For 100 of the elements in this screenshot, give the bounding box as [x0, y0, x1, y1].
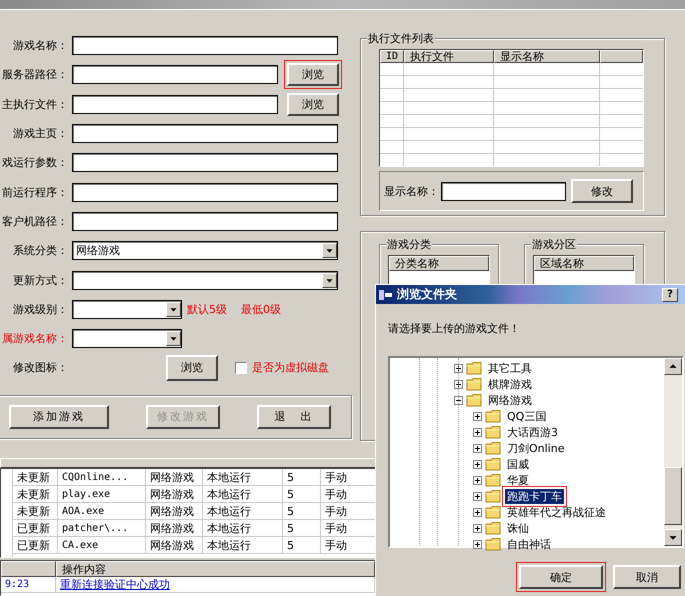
table-cell: 未更新 — [13, 469, 58, 486]
expand-icon[interactable] — [473, 492, 482, 500]
field-label: 属游戏名称： — [1, 331, 68, 346]
folder-icon — [485, 505, 502, 519]
folder-icon — [485, 473, 502, 487]
dialog-button[interactable]: 确定 — [519, 565, 603, 589]
tree-item[interactable]: 自由神话 — [505, 536, 553, 552]
checkbox[interactable] — [235, 362, 247, 374]
group-title: 游戏分区 — [531, 237, 577, 252]
tree-item[interactable]: 其它工具 — [486, 360, 534, 376]
scroll-down-button[interactable] — [664, 529, 682, 546]
expand-icon[interactable] — [473, 476, 482, 484]
expand-icon[interactable] — [473, 444, 482, 452]
tree-item[interactable]: 刀剑Online — [505, 440, 566, 456]
hint-text: 最低0级 — [241, 302, 281, 317]
tree-item[interactable]: 跑跑卡丁车 — [505, 488, 564, 504]
column-header[interactable]: 显示名称 — [494, 50, 600, 63]
field-label: 客户机路径： — [1, 214, 68, 229]
folder-icon — [485, 521, 502, 535]
scroll-up-button[interactable] — [664, 358, 682, 375]
table-cell: 网络游戏 — [146, 486, 203, 503]
table-cell: CA.exe — [58, 537, 146, 554]
expand-icon[interactable] — [473, 540, 482, 548]
text-field[interactable] — [72, 36, 338, 56]
select-field[interactable] — [72, 270, 338, 290]
help-button[interactable]: ? — [662, 288, 678, 302]
folder-icon — [485, 457, 502, 471]
column-header[interactable]: 执行文件 — [404, 50, 494, 63]
field-label: 戏运行参数： — [1, 155, 68, 170]
edit-button[interactable]: 修改 — [571, 179, 633, 203]
collapse-icon[interactable] — [454, 396, 463, 404]
field-label: 系统分类： — [12, 243, 68, 258]
field-label: 服务器路径： — [1, 67, 68, 82]
field-label: 更新方式： — [12, 272, 68, 288]
browse-button[interactable]: 浏览 — [166, 354, 218, 381]
text-field[interactable] — [72, 212, 338, 231]
dialog-button[interactable]: 取消 — [613, 565, 681, 589]
path-field[interactable] — [72, 65, 278, 84]
expand-icon[interactable] — [454, 380, 463, 388]
table-cell: patcher\... — [58, 520, 146, 537]
table-cell: 9:23 — [1, 577, 56, 593]
folder-icon — [485, 425, 502, 439]
expand-icon[interactable] — [473, 412, 482, 420]
text-field[interactable] — [72, 153, 338, 172]
tree-item[interactable]: QQ三国 — [505, 408, 548, 424]
table-cell: 5 — [283, 469, 321, 486]
scrollbar[interactable] — [664, 358, 682, 546]
column-header[interactable]: 分类名称 — [389, 256, 489, 271]
expand-icon[interactable] — [473, 508, 482, 516]
folder-icon — [466, 377, 483, 391]
table-cell: CQOnline... — [58, 469, 146, 486]
select-field[interactable] — [72, 300, 182, 319]
table-cell: 5 — [283, 537, 321, 554]
table-cell: 已更新 — [13, 520, 58, 537]
tree-item[interactable]: 诛仙 — [505, 520, 531, 536]
table-cell: 5 — [283, 520, 321, 537]
table-cell: 网络游戏 — [146, 503, 203, 520]
tree-item[interactable]: 英雄年代之再战征途 — [505, 504, 608, 520]
dialog-prompt: 请选择要上传的游戏文件！ — [388, 321, 521, 336]
expand-icon[interactable] — [473, 524, 482, 532]
expand-icon[interactable] — [454, 364, 463, 372]
path-field[interactable] — [72, 94, 278, 114]
action-button[interactable]: 退 出 — [257, 404, 331, 429]
table-cell: 本地运行 — [203, 486, 283, 503]
browse-button[interactable]: 浏览 — [287, 63, 339, 86]
column-header[interactable]: 区域名称 — [534, 256, 634, 271]
browse-button[interactable]: 浏览 — [287, 92, 339, 116]
field-label: 修改图标： — [12, 360, 68, 376]
column-header[interactable]: ID — [380, 50, 404, 63]
tree-item[interactable]: 国威 — [505, 456, 531, 472]
group-title: 执行文件列表 — [367, 31, 435, 46]
action-button[interactable]: 添加游戏 — [9, 404, 109, 429]
table-cell: play.exe — [58, 486, 146, 503]
expand-icon[interactable] — [473, 428, 482, 436]
table-cell: 网络游戏 — [146, 469, 203, 486]
select-field[interactable]: 网络游戏 — [72, 241, 338, 260]
table-cell: AOA.exe — [58, 503, 146, 520]
column-header[interactable] — [600, 50, 643, 63]
text-field[interactable] — [441, 182, 566, 200]
expand-icon[interactable] — [473, 460, 482, 468]
text-field[interactable] — [72, 182, 338, 202]
field-label: 显示名称： — [384, 184, 439, 198]
tree-item[interactable]: 华夏 — [505, 472, 531, 488]
column-header[interactable]: 操作内容 — [56, 561, 375, 577]
tree-item[interactable]: 棋牌游戏 — [486, 376, 534, 392]
select-field[interactable] — [72, 329, 182, 348]
table-cell: 已更新 — [13, 537, 58, 554]
tree-item[interactable]: 网络游戏 — [486, 392, 534, 408]
folder-icon — [485, 441, 502, 455]
table-cell: 本地运行 — [203, 520, 283, 537]
tree-item[interactable]: 大话西游3 — [505, 424, 560, 440]
text-field[interactable] — [72, 124, 338, 144]
field-label: 游戏名称： — [12, 38, 68, 54]
folder-icon — [466, 361, 483, 375]
table-cell: 未更新 — [13, 503, 58, 520]
folder-icon — [466, 393, 483, 407]
column-header[interactable] — [1, 561, 56, 577]
field-label: 游戏主页： — [12, 126, 68, 142]
table-cell: 本地运行 — [203, 537, 283, 554]
table-cell: 5 — [283, 503, 321, 520]
